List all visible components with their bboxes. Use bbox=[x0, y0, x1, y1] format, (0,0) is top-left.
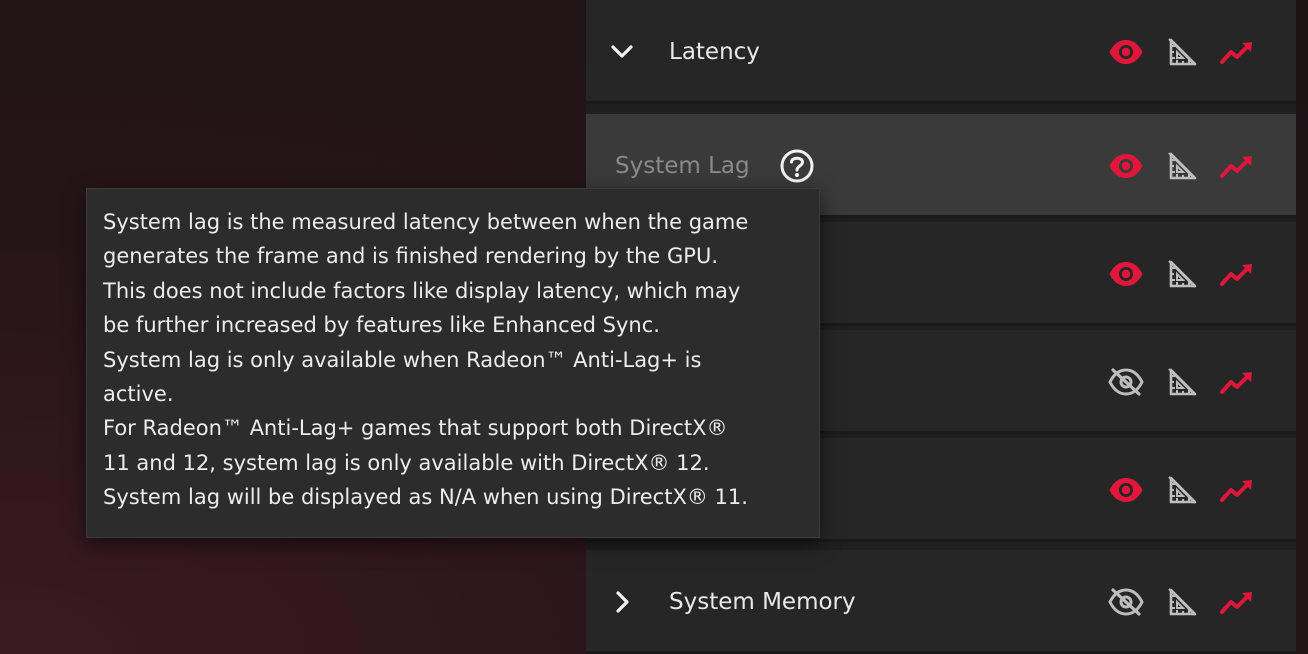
ruler-triangle-icon[interactable] bbox=[1164, 366, 1200, 398]
ruler-triangle-icon[interactable] bbox=[1164, 474, 1200, 506]
metric-actions bbox=[1108, 258, 1256, 290]
ruler-triangle-icon[interactable] bbox=[1164, 258, 1200, 290]
metric-group-latency[interactable]: Latency bbox=[586, 0, 1296, 104]
ruler-triangle-icon[interactable] bbox=[1164, 150, 1200, 182]
metric-actions bbox=[1108, 36, 1256, 68]
metric-actions bbox=[1108, 366, 1256, 398]
eye-off-icon[interactable] bbox=[1108, 366, 1144, 398]
tooltip-line: For Radeon™ Anti-Lag+ games that support… bbox=[103, 416, 728, 441]
ruler-triangle-icon[interactable] bbox=[1164, 586, 1200, 618]
metric-actions bbox=[1108, 150, 1256, 182]
tooltip-line: System lag will be displayed as N/A when… bbox=[103, 485, 748, 510]
metric-group-system-memory[interactable]: System Memory bbox=[586, 550, 1296, 654]
trend-chart-icon[interactable] bbox=[1220, 586, 1256, 618]
eye-icon[interactable] bbox=[1108, 36, 1144, 68]
eye-icon[interactable] bbox=[1108, 150, 1144, 182]
eye-icon[interactable] bbox=[1108, 258, 1144, 290]
metric-group-label: System Memory bbox=[669, 589, 856, 615]
tooltip-line: be further increased by features like En… bbox=[103, 313, 660, 338]
tooltip-line: generates the frame and is finished rend… bbox=[103, 244, 719, 269]
trend-chart-icon[interactable] bbox=[1220, 366, 1256, 398]
tooltip-line: 11 and 12, system lag is only available … bbox=[103, 450, 710, 475]
eye-off-icon[interactable] bbox=[1108, 586, 1144, 618]
trend-chart-icon[interactable] bbox=[1220, 150, 1256, 182]
trend-chart-icon[interactable] bbox=[1220, 258, 1256, 290]
trend-chart-icon[interactable] bbox=[1220, 474, 1256, 506]
tooltip-line: This does not include factors like displ… bbox=[103, 278, 741, 303]
tooltip-line: System lag is only available when Radeon… bbox=[103, 347, 702, 372]
chevron-right-icon[interactable] bbox=[610, 590, 634, 614]
eye-icon[interactable] bbox=[1108, 474, 1144, 506]
metric-group-label: Latency bbox=[669, 39, 760, 65]
help-icon[interactable] bbox=[779, 148, 815, 184]
metric-actions bbox=[1108, 474, 1256, 506]
tooltip-line: System lag is the measured latency betwe… bbox=[103, 210, 749, 234]
metric-actions bbox=[1108, 586, 1256, 618]
system-lag-tooltip: System lag is the measured latency betwe… bbox=[86, 188, 820, 538]
trend-chart-icon[interactable] bbox=[1220, 36, 1256, 68]
tooltip-line: active. bbox=[103, 382, 174, 407]
chevron-down-icon[interactable] bbox=[610, 40, 634, 64]
ruler-triangle-icon[interactable] bbox=[1164, 36, 1200, 68]
